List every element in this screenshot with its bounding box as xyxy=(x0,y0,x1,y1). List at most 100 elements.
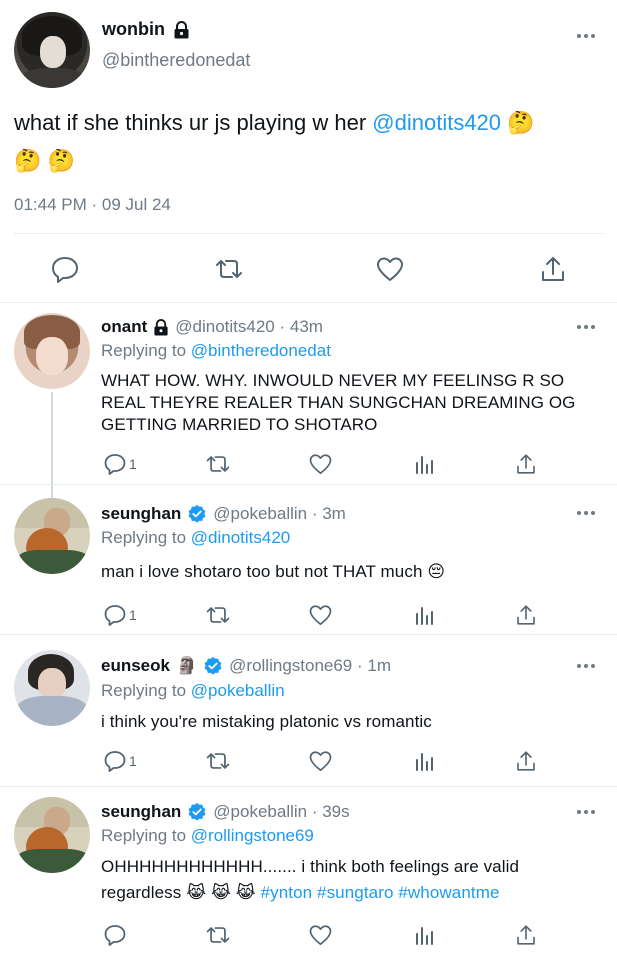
retweet-icon[interactable] xyxy=(214,254,244,284)
reply-tweet[interactable]: eunseok 🗿 @rollingstone69 · 1m Replying … xyxy=(0,635,617,787)
replying-to: Replying to @rollingstone69 xyxy=(101,826,314,846)
lock-icon xyxy=(174,20,189,38)
reply-icon xyxy=(104,751,126,772)
lock-icon xyxy=(154,318,168,335)
replying-to-link[interactable]: @dinotits420 xyxy=(191,528,291,547)
verified-icon xyxy=(188,505,206,523)
like-icon[interactable] xyxy=(308,748,333,774)
author-name[interactable]: wonbin xyxy=(102,19,190,40)
views-icon[interactable] xyxy=(414,602,436,628)
more-icon[interactable] xyxy=(574,661,598,671)
replying-to-link[interactable]: @rollingstone69 xyxy=(191,826,314,845)
more-icon[interactable] xyxy=(574,508,598,518)
reply-icon xyxy=(104,454,126,475)
retweet-icon[interactable] xyxy=(205,451,231,477)
reply-text: WHAT HOW. WHY. INWOULD NEVER MY FEELINSG… xyxy=(101,370,601,436)
reply-handle-time[interactable]: @rollingstone69 · 1m xyxy=(229,656,391,676)
emoji: 🤔 🤔 xyxy=(14,148,75,173)
reply-action[interactable]: 1 xyxy=(103,602,137,628)
divider xyxy=(0,302,617,303)
replying-to: Replying to @dinotits420 xyxy=(101,528,290,548)
retweet-icon[interactable] xyxy=(205,748,231,774)
share-icon[interactable] xyxy=(538,254,568,284)
hashtag-links[interactable]: #ynton #sungtaro #whowantme xyxy=(261,883,500,902)
emoji: 🤔 xyxy=(507,110,535,135)
action-bar xyxy=(0,248,617,288)
retweet-icon[interactable] xyxy=(205,602,231,628)
reply-text-line: REAL THEYRE REALER THAN SUNGCHAN DREAMIN… xyxy=(101,393,576,412)
share-icon[interactable] xyxy=(514,922,538,948)
like-icon[interactable] xyxy=(308,922,333,948)
reply-count: 1 xyxy=(129,753,137,769)
reply-text: i think you're mistaking platonic vs rom… xyxy=(101,712,432,731)
reply-text-line: OHHHHHHHHHHHH....... i think both feelin… xyxy=(101,857,520,876)
like-icon[interactable] xyxy=(308,451,333,477)
timestamp[interactable]: 01:44 PM · 09 Jul 24 xyxy=(14,195,171,215)
reply-tweet[interactable]: onant @dinotits420 · 43m Replying to @bi… xyxy=(0,305,617,485)
retweet-icon[interactable] xyxy=(205,922,231,948)
reply-count: 1 xyxy=(129,607,137,623)
reply-tweet[interactable]: seunghan @pokeballin · 3m Replying to @d… xyxy=(0,485,617,635)
reply-author-name[interactable]: seunghan xyxy=(101,504,181,524)
action-bar: 1 xyxy=(101,748,541,776)
name-emoji: 🗿 xyxy=(175,656,198,675)
more-icon[interactable] xyxy=(574,807,598,817)
like-icon[interactable] xyxy=(308,602,333,628)
reply-handle-time[interactable]: @pokeballin · 39s xyxy=(213,802,349,822)
replying-to: Replying to @pokeballin xyxy=(101,681,285,701)
views-icon[interactable] xyxy=(414,748,436,774)
reply-handle-time[interactable]: @pokeballin · 3m xyxy=(213,504,346,524)
reply-header: seunghan @pokeballin · 3m xyxy=(101,504,346,524)
avatar[interactable] xyxy=(14,498,90,574)
reply-action[interactable] xyxy=(103,922,129,948)
views-icon[interactable] xyxy=(414,451,436,477)
reply-icon xyxy=(104,605,126,626)
avatar[interactable] xyxy=(14,313,90,389)
reply-text-line: GETTING MARRIED TO SHOTARO xyxy=(101,415,378,434)
avatar[interactable] xyxy=(14,12,90,88)
replying-to-prefix: Replying to xyxy=(101,341,191,360)
action-bar: 1 xyxy=(101,602,541,630)
reply-author-name[interactable]: onant xyxy=(101,317,147,337)
avatar[interactable] xyxy=(14,650,90,726)
more-icon[interactable] xyxy=(574,31,598,41)
share-icon[interactable] xyxy=(514,602,538,628)
reply-icon xyxy=(104,925,126,946)
action-bar xyxy=(101,922,541,950)
share-icon[interactable] xyxy=(514,748,538,774)
reply-action[interactable]: 1 xyxy=(103,748,137,774)
divider xyxy=(14,233,603,234)
reply-text-line: regardless 😹 😹 😹 xyxy=(101,883,261,902)
author-handle[interactable]: @bintheredonedat xyxy=(102,50,250,71)
reply-header: eunseok 🗿 @rollingstone69 · 1m xyxy=(101,656,391,676)
action-bar: 1 xyxy=(101,451,541,479)
replying-to-prefix: Replying to xyxy=(101,681,191,700)
reply-text: man i love shotaro too but not THAT much… xyxy=(101,562,446,581)
reply-author-name[interactable]: seunghan xyxy=(101,802,181,822)
more-icon[interactable] xyxy=(574,322,598,332)
reply-icon[interactable] xyxy=(50,254,80,284)
replying-to-link[interactable]: @bintheredonedat xyxy=(191,341,331,360)
reply-author-name[interactable]: eunseok xyxy=(101,656,170,676)
reply-text-line: WHAT HOW. WHY. INWOULD NEVER MY FEELINSG… xyxy=(101,371,565,390)
reply-handle-time[interactable]: @dinotits420 · 43m xyxy=(175,317,323,337)
avatar[interactable] xyxy=(14,797,90,873)
replying-to-link[interactable]: @pokeballin xyxy=(191,681,285,700)
replying-to-prefix: Replying to xyxy=(101,826,191,845)
verified-icon xyxy=(204,657,222,675)
reply-action[interactable]: 1 xyxy=(103,451,137,477)
tweet-text: what if she thinks ur js playing w her @… xyxy=(14,104,604,180)
reply-text: OHHHHHHHHHHHH....... i think both feelin… xyxy=(101,854,601,906)
tweet-text-body: what if she thinks ur js playing w her xyxy=(14,110,373,135)
views-icon[interactable] xyxy=(414,922,436,948)
like-icon[interactable] xyxy=(375,254,405,284)
reply-count: 1 xyxy=(129,456,137,472)
mention-link[interactable]: @dinotits420 xyxy=(372,110,501,135)
verified-icon xyxy=(188,803,206,821)
reply-tweet[interactable]: seunghan @pokeballin · 39s Replying to @… xyxy=(0,787,617,960)
share-icon[interactable] xyxy=(514,451,538,477)
main-tweet: wonbin @bintheredonedat what if she thin… xyxy=(0,0,617,305)
reply-header: onant @dinotits420 · 43m xyxy=(101,317,323,337)
replying-to: Replying to @bintheredonedat xyxy=(101,341,331,361)
author-name-text[interactable]: wonbin xyxy=(102,19,165,40)
